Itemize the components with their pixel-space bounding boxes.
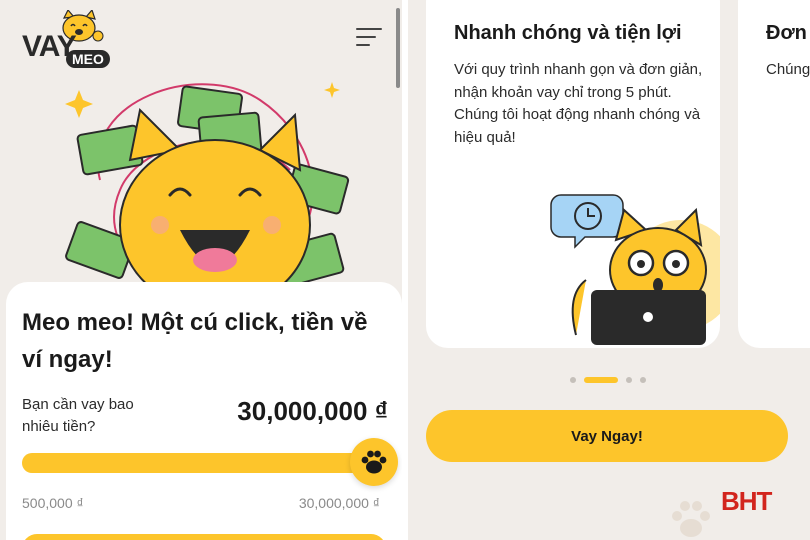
cat-with-laptop-and-clock-illustration	[550, 194, 720, 345]
vay-ngay-button[interactable]: Vay Ngay!	[426, 410, 788, 462]
paw-print-decoration-icon	[672, 501, 710, 537]
hamburger-menu-icon[interactable]	[356, 28, 382, 48]
amount-value: 30,000,000 ₫	[237, 396, 388, 426]
left-screen: VAY MEO Meo meo! Một cú click, tiền về v…	[0, 0, 402, 540]
slider-thumb[interactable]	[350, 438, 398, 486]
loan-card: Meo meo! Một cú click, tiền về ví ngay! …	[6, 282, 402, 540]
carousel-dot[interactable]	[570, 377, 576, 383]
paw-icon	[361, 450, 387, 474]
slider-max-label: 30,000,000 ₫	[298, 495, 380, 511]
apply-button-partial[interactable]	[22, 534, 386, 540]
cat-with-money-illustration	[65, 82, 350, 300]
feature-card-next: Đơn Chúng tối thiể giản đơ vay lý	[738, 0, 810, 348]
feature-description-next: Chúng tối thiể giản đơ vay lý	[766, 61, 810, 78]
feature-description: Với quy trình nhanh gọn và đơn giản, nhậ…	[454, 61, 703, 146]
slider-fill	[22, 453, 372, 473]
feature-title: Nhanh chóng và tiện lợi	[454, 22, 682, 44]
screenshot-composite: VAY MEO Meo meo! Một cú click, tiền về v…	[0, 0, 810, 540]
logo[interactable]: VAY MEO	[20, 10, 110, 68]
amount-slider[interactable]	[22, 438, 398, 486]
carousel-dot[interactable]	[640, 377, 646, 383]
carousel-dot-active[interactable]	[584, 377, 618, 383]
scrollbar[interactable]	[396, 8, 400, 88]
page-title: Meo meo! Một cú click, tiền về ví ngay!	[22, 309, 368, 373]
feature-title-next: Đơn	[766, 22, 807, 44]
carousel-dot[interactable]	[626, 377, 632, 383]
carousel-dots	[570, 375, 650, 385]
watermark-logo: BHT	[721, 486, 772, 516]
slider-min-label: 500,000 ₫	[22, 495, 84, 511]
feature-card: Nhanh chóng và tiện lợi Với quy trình nh…	[426, 0, 720, 348]
right-screen: Nhanh chóng và tiện lợi Với quy trình nh…	[408, 0, 810, 540]
amount-label: Bạn cần vay bao nhiêu tiền?	[22, 396, 134, 435]
